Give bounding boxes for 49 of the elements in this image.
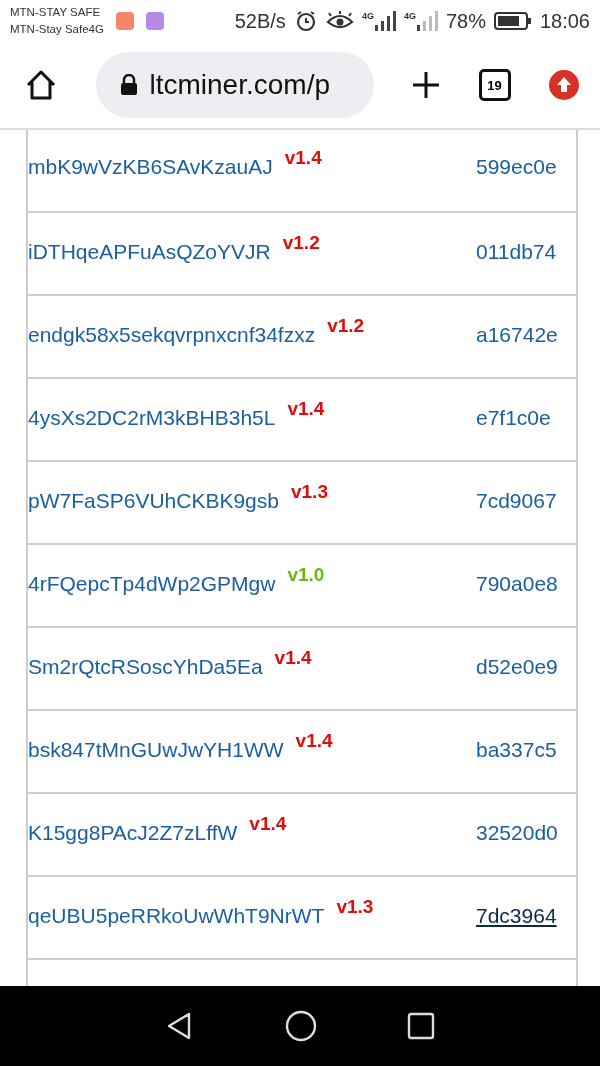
battery-percent: 78%: [445, 9, 486, 33]
hash-link[interactable]: 599ec0e: [476, 155, 557, 178]
hash-link[interactable]: 7cd9067: [476, 489, 557, 512]
address-link[interactable]: qeUBU5peRRkoUwWhT9NrWT: [28, 904, 325, 928]
hash-link[interactable]: 32520d0: [476, 821, 558, 844]
address-link[interactable]: endgk58x5sekqvrpnxcnf34fzxz: [28, 323, 316, 347]
lock-icon: [119, 74, 138, 96]
version-label: v1.0: [287, 564, 325, 586]
version-label: v1.4: [284, 147, 322, 169]
eye-icon: [325, 11, 354, 31]
address-link[interactable]: bsk847tMnGUwJwYH1WW: [28, 738, 284, 762]
tab-count-button[interactable]: 19: [478, 69, 511, 101]
version-label: v1.4: [287, 398, 325, 420]
version-label: v1.2: [327, 315, 365, 337]
battery-icon: [493, 11, 532, 31]
address-link[interactable]: 4rFQepcTp4dWp2GPMgw: [28, 572, 276, 596]
version-label: v1.4: [295, 730, 333, 752]
carrier-name: MTN-Stay Safe4G: [10, 22, 104, 37]
recents-icon[interactable]: [407, 1012, 435, 1040]
signal-icon: [373, 11, 396, 31]
address-link[interactable]: Sm2rQtcRSoscYhDa5Ea: [28, 655, 263, 679]
address-link[interactable]: K15gg8PAcJ2Z7zLffW: [28, 821, 238, 845]
address-link[interactable]: iDTHqeAPFuAsQZoYVJR: [28, 240, 271, 264]
hash-link[interactable]: 7dc3964: [476, 904, 557, 927]
hash-link[interactable]: a16742e: [476, 323, 558, 346]
hash-link[interactable]: d52e0e9: [476, 655, 558, 678]
upload-icon[interactable]: [548, 69, 580, 101]
version-label: v1.3: [290, 481, 328, 503]
version-label: v1.4: [249, 813, 287, 835]
net-speed: 52B/s: [234, 9, 286, 33]
version-label: v1.2: [282, 232, 320, 254]
hash-link[interactable]: e7f1c0e: [476, 406, 551, 429]
hash-link[interactable]: 790a0e8: [476, 572, 558, 595]
address-link[interactable]: mbK9wVzKB6SAvKzauAJ: [28, 155, 273, 179]
carrier-name: MTN-STAY SAFE: [10, 5, 102, 20]
clock: 18:06: [539, 9, 590, 33]
version-label: v1.3: [336, 896, 374, 918]
address-link[interactable]: 4ysXs2DC2rM3kBHB3h5L: [28, 406, 276, 430]
hash-link[interactable]: 011db74: [476, 240, 557, 263]
network-type: 4G: [403, 11, 416, 21]
network-type: 4G: [361, 11, 374, 21]
hash-link[interactable]: ba337c5: [476, 738, 557, 761]
home-icon[interactable]: [285, 1010, 317, 1042]
signal-icon: [415, 11, 438, 31]
home-icon[interactable]: [24, 68, 58, 102]
version-label: v1.4: [274, 647, 312, 669]
address-bar[interactable]: ltcminer.com/p: [95, 52, 374, 118]
new-tab-icon[interactable]: [411, 70, 441, 100]
address-link[interactable]: pW7FaSP6VUhCKBK9gsb: [28, 489, 279, 513]
